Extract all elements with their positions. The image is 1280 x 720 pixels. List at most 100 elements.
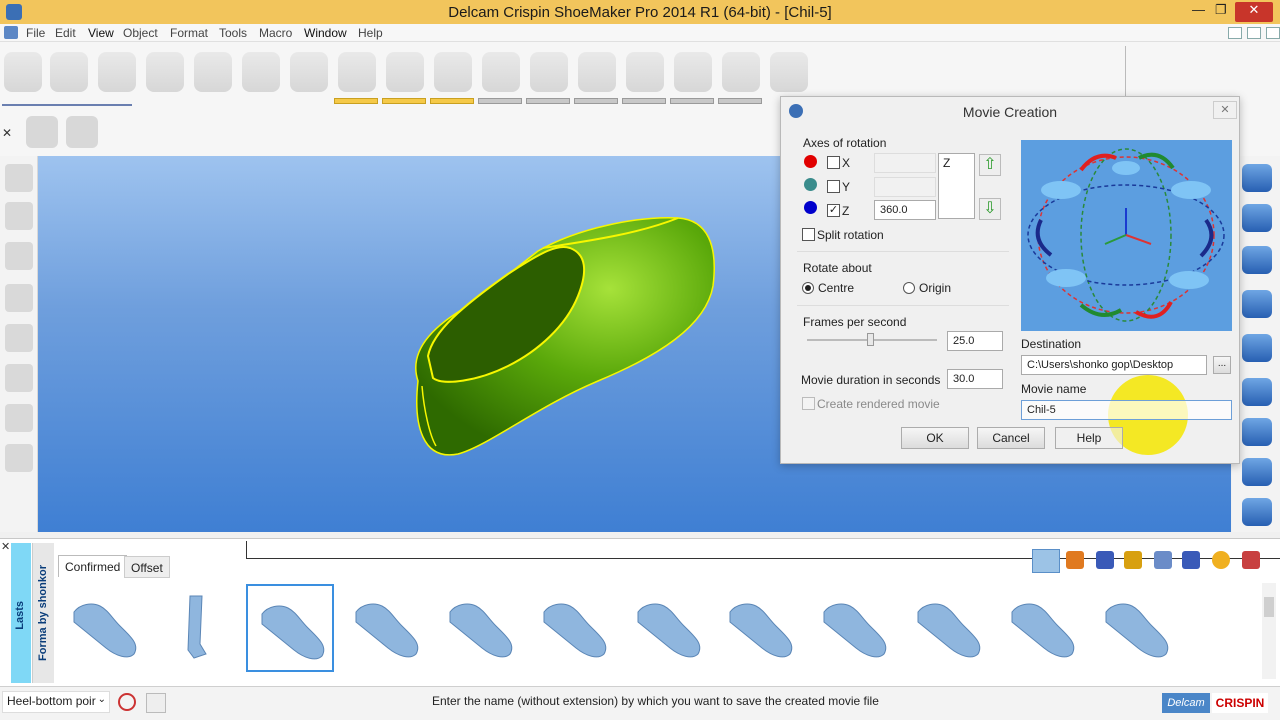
last-thumbnail[interactable] [810, 584, 898, 672]
left-tool-1-icon[interactable] [5, 164, 33, 192]
shoe-tool-3-icon[interactable] [386, 52, 424, 92]
move-down-arrow-icon[interactable]: ⇩ [979, 198, 1001, 220]
right-tool-1-icon[interactable] [1242, 164, 1272, 192]
last-thumbnail[interactable] [436, 584, 524, 672]
destination-input[interactable]: C:\Users\shonko gop\Desktop [1021, 355, 1207, 375]
new-last-icon[interactable] [4, 52, 42, 92]
zoom-area-icon[interactable] [1242, 418, 1272, 446]
tool-7-icon[interactable] [1212, 551, 1230, 569]
side-tab-lasts[interactable]: Lasts [11, 543, 31, 683]
z-axis-angle-input[interactable]: 360.0 [874, 200, 936, 220]
grid-tool-icon[interactable] [1066, 551, 1084, 569]
menu-file[interactable]: File [26, 26, 45, 40]
shoe-tool-1-icon[interactable] [290, 52, 328, 92]
doc-restore-button[interactable] [1247, 27, 1261, 39]
shoe-tool-4-icon[interactable] [434, 52, 472, 92]
menu-window[interactable]: Window [304, 26, 347, 40]
arrow-tools[interactable] [2, 96, 132, 106]
thumb-scrollbar[interactable] [1262, 583, 1276, 679]
menu-format[interactable]: Format [170, 26, 208, 40]
grid-icon[interactable] [66, 116, 98, 148]
tab-offset[interactable]: Offset [124, 556, 170, 578]
restore-button[interactable]: ❐ [1215, 2, 1227, 18]
minimize-button[interactable]: — [1192, 2, 1205, 17]
delete-icon[interactable] [146, 52, 184, 92]
left-tool-4-icon[interactable] [5, 284, 33, 312]
y-axis-angle-input[interactable] [874, 177, 936, 197]
left-tool-7-icon[interactable] [5, 404, 33, 432]
camera-icon[interactable] [5, 364, 33, 392]
left-tool-2-icon[interactable] [5, 202, 33, 230]
last-thumbnail[interactable] [904, 584, 992, 672]
right-tool-3-icon[interactable] [1242, 246, 1272, 274]
last-thumbnail[interactable] [342, 584, 430, 672]
tab-confirmed[interactable]: Confirmed [58, 555, 128, 577]
left-tool-3-icon[interactable] [5, 242, 33, 270]
shoe-tool-9-icon[interactable] [674, 52, 712, 92]
last-thumbnail[interactable] [246, 584, 334, 672]
scroll-thumb[interactable] [1264, 597, 1274, 617]
move-up-arrow-icon[interactable]: ⇧ [979, 154, 1001, 176]
tool-6-icon[interactable] [1182, 551, 1200, 569]
shoe-tool-11-icon[interactable] [770, 52, 808, 92]
select-tool-icon[interactable] [1032, 549, 1060, 573]
menu-view[interactable]: View [88, 26, 114, 40]
save-icon[interactable] [98, 52, 136, 92]
shoe-tool-7-icon[interactable] [578, 52, 616, 92]
last-thumbnail[interactable] [624, 584, 712, 672]
last-thumbnail[interactable] [60, 584, 148, 672]
tool-4-icon[interactable] [1124, 551, 1142, 569]
axis-order-list[interactable]: Z [938, 153, 975, 219]
transform-icon[interactable] [194, 52, 232, 92]
right-tool-5-icon[interactable] [1242, 334, 1272, 362]
side-tab-forma[interactable]: Forma by shonkor [32, 543, 54, 683]
zoom-in-icon[interactable] [1242, 378, 1272, 406]
left-tool-8-icon[interactable] [5, 444, 33, 472]
x-axis-angle-input[interactable] [874, 153, 936, 173]
tool-3-icon[interactable] [1096, 551, 1114, 569]
close-lasts-icon[interactable]: ✕ [1, 540, 10, 553]
last-thumbnail[interactable] [1092, 584, 1180, 672]
last-thumbnail[interactable] [150, 584, 238, 672]
curve-icon[interactable] [146, 693, 166, 713]
right-tool-4-icon[interactable] [1242, 290, 1272, 318]
shoe-tool-5-icon[interactable] [482, 52, 520, 92]
rendered-movie-checkbox[interactable] [802, 397, 815, 410]
doc-minimize-button[interactable] [1228, 27, 1242, 39]
no-snap-icon[interactable] [118, 693, 136, 711]
menu-macro[interactable]: Macro [259, 26, 292, 40]
last-thumbnail[interactable] [530, 584, 618, 672]
close-panel-icon[interactable]: ✕ [2, 126, 12, 140]
origin-radio[interactable] [903, 282, 915, 294]
cancel-button[interactable]: Cancel [977, 427, 1045, 449]
left-tool-5-icon[interactable] [5, 324, 33, 352]
shoe-tool-8-icon[interactable] [626, 52, 664, 92]
doc-close-button[interactable] [1266, 27, 1280, 39]
copy-icon[interactable] [242, 52, 280, 92]
dialog-close-button[interactable]: ✕ [1213, 101, 1237, 119]
last-thumbnail[interactable] [716, 584, 804, 672]
pan-icon[interactable] [1242, 498, 1272, 526]
fps-slider-thumb[interactable] [867, 333, 874, 346]
shoe-tool-6-icon[interactable] [530, 52, 568, 92]
open-last-icon[interactable] [50, 52, 88, 92]
menu-tools[interactable]: Tools [219, 26, 247, 40]
menu-edit[interactable]: Edit [55, 26, 76, 40]
rotate-view-icon[interactable] [1242, 458, 1272, 486]
centre-radio[interactable] [802, 282, 814, 294]
shoe-tool-10-icon[interactable] [722, 52, 760, 92]
browse-button[interactable]: ... [1213, 356, 1231, 374]
duration-input[interactable]: 30.0 [947, 369, 1003, 389]
shoe-tool-2-icon[interactable] [338, 52, 376, 92]
help-button[interactable]: Help [1055, 427, 1123, 449]
menu-help[interactable]: Help [358, 26, 383, 40]
menu-object[interactable]: Object [123, 26, 158, 40]
measure-icon[interactable] [26, 116, 58, 148]
tool-8-icon[interactable] [1242, 551, 1260, 569]
movie-name-input[interactable]: Chil-5 [1021, 400, 1232, 420]
right-tool-2-icon[interactable] [1242, 204, 1272, 232]
x-axis-checkbox[interactable] [827, 156, 840, 169]
point-dropdown[interactable]: Heel-bottom poir ⌄ [2, 691, 110, 713]
z-axis-checkbox[interactable]: ✓ [827, 204, 840, 217]
ok-button[interactable]: OK [901, 427, 969, 449]
